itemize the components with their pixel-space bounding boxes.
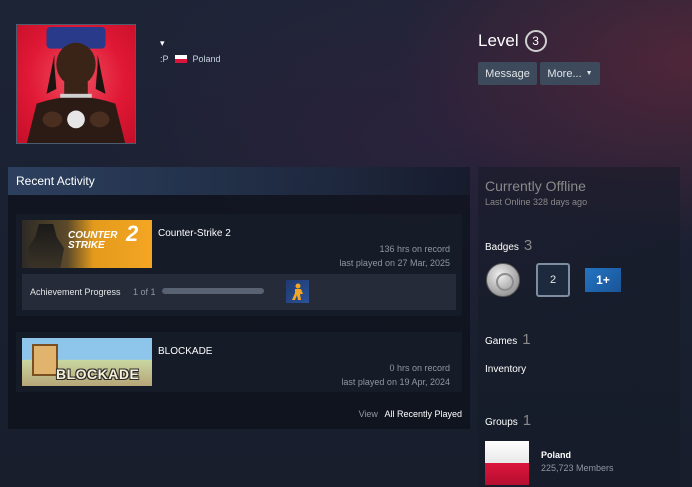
badges-label: Badges [485, 242, 519, 253]
capsule-logo-number: 2 [126, 221, 139, 246]
capsule-logo-words: COUNTER STRIKE [68, 230, 118, 251]
games-label: Games [485, 336, 518, 347]
groups-count: 1 [522, 412, 532, 429]
level-badge[interactable]: 3 [524, 30, 547, 52]
all-recently-played-link[interactable]: All Recently Played [384, 409, 462, 419]
coin-badge-icon[interactable] [486, 263, 520, 297]
more-button[interactable]: More... ▼ [540, 62, 600, 85]
game-card-counter-strike-2: COUNTER STRIKE 2 Counter-Strike 2 136 hr… [16, 214, 462, 316]
game-hours: 0 hrs on record [389, 363, 450, 373]
last-online-text: Last Online 328 days ago [485, 197, 588, 207]
years-badge-icon[interactable]: 1+ [585, 268, 621, 292]
game-last-played: last played on 19 Apr, 2024 [341, 377, 450, 387]
games-count: 1 [522, 331, 531, 348]
online-status-title: Currently Offline [485, 178, 586, 194]
game-capsule-image[interactable]: COUNTER STRIKE 2 [22, 220, 152, 268]
chevron-down-icon: ▼ [585, 70, 593, 77]
level-badge-icon[interactable]: 2 [536, 263, 570, 297]
group-avatar-poland-flag[interactable] [485, 441, 529, 485]
profile-level: Level 3 [478, 30, 547, 52]
persona-info: :P Poland [160, 54, 221, 64]
persona-name-dropdown[interactable]: ▾ [160, 38, 165, 49]
achievement-progress-fill [163, 289, 263, 293]
view-label: View [358, 409, 378, 419]
badges-count: 3 [523, 237, 533, 254]
recent-activity-header: Recent Activity [8, 167, 470, 195]
inventory-label: Inventory [485, 364, 527, 375]
blocky-character-icon [32, 344, 58, 376]
capsule-logo-text: COUNTER STRIKE 2 [68, 223, 138, 251]
game-last-played: last played on 27 Mar, 2025 [339, 258, 450, 268]
group-member-count: 225,723 Members [541, 463, 614, 473]
soldier-figure-icon [28, 224, 64, 268]
counter-terrorist-icon [291, 283, 303, 300]
achievement-icon[interactable] [286, 280, 309, 303]
game-hours: 136 hrs on record [379, 244, 450, 254]
game-name[interactable]: BLOCKADE [158, 346, 212, 357]
achievement-progress-row: Achievement Progress 1 of 1 [22, 274, 456, 310]
game-card-blockade: BLOCKADE BLOCKADE 0 hrs on record last p… [16, 332, 462, 392]
groups-section-link[interactable]: Groups 1 [485, 412, 531, 429]
poland-flag-icon [174, 55, 187, 63]
game-name[interactable]: Counter-Strike 2 [158, 228, 231, 239]
message-button[interactable]: Message [478, 62, 537, 85]
achievement-progress-bar [162, 288, 264, 294]
profile-avatar [16, 24, 136, 144]
inventory-link[interactable]: Inventory [485, 364, 526, 375]
more-button-label: More... [547, 67, 582, 80]
groups-label: Groups [485, 417, 518, 428]
persona-handle: :P [160, 54, 169, 64]
capsule-logo-text: BLOCKADE [56, 366, 140, 382]
country-name: Poland [192, 54, 221, 64]
avatar-image [26, 26, 126, 143]
recent-activity-panel: Recent Activity COUNTER STRIKE 2 Counter… [8, 167, 470, 429]
level-label: Level [478, 31, 519, 50]
badges-section-link[interactable]: Badges 3 [485, 237, 532, 254]
view-all-recently-played: View All Recently Played [359, 409, 462, 419]
group-name[interactable]: Poland [541, 450, 571, 460]
achievement-progress-label: Achievement Progress [30, 287, 121, 297]
game-capsule-image[interactable]: BLOCKADE [22, 338, 152, 386]
games-section-link[interactable]: Games 1 [485, 331, 531, 348]
profile-sidebar: Currently Offline Last Online 328 days a… [478, 167, 680, 487]
achievement-count: 1 of 1 [133, 287, 156, 297]
